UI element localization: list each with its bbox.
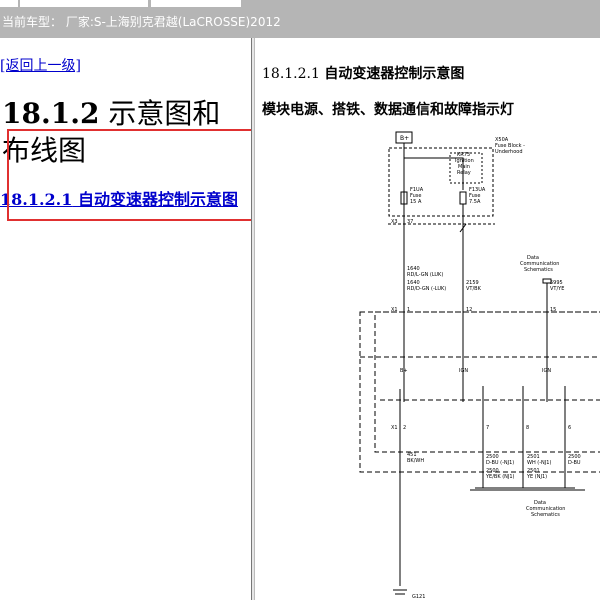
header-tab-strip bbox=[20, 0, 148, 7]
battery-label: B+ bbox=[400, 135, 409, 142]
pin-12-label: 12 bbox=[466, 307, 472, 313]
pin-15-label: 15 bbox=[550, 307, 556, 313]
content-title-text: 自动变速器控制示意图 bbox=[324, 66, 465, 82]
pin-8-label: 8 bbox=[526, 425, 529, 431]
ign-terminal-label: IGN bbox=[542, 368, 551, 374]
relay-label: Relay bbox=[457, 170, 471, 176]
header-tab-strip bbox=[151, 0, 241, 7]
fuse-f13ua bbox=[459, 191, 467, 205]
wiring-diagram: B+ X50A Fuse Block - Underhood KR73 Igni… bbox=[359, 131, 600, 600]
pin-6-label: 6 bbox=[568, 425, 571, 431]
pin-7-label: 7 bbox=[486, 425, 489, 431]
highlight-box bbox=[7, 129, 264, 221]
ign-terminal-label: IGN bbox=[459, 368, 468, 374]
wire-2500-color: YE/BK (NJ1) bbox=[485, 474, 515, 480]
section-number: 18.1.2 bbox=[2, 97, 100, 130]
wire-2500-color: D-BU (-NJ1) bbox=[486, 460, 514, 466]
wire-2159-color: VT/BK bbox=[466, 286, 482, 292]
fuse-f1ua-amp: 15 A bbox=[410, 199, 422, 205]
wire-1640-color: RD/D-GN (-LUK) bbox=[407, 286, 446, 292]
wire-2500-color: D-BU bbox=[568, 460, 581, 466]
pin-1-label: 1 bbox=[407, 307, 410, 313]
wire-5995-color: VT/YE bbox=[550, 286, 564, 292]
ground-g121-label: G121 bbox=[412, 594, 425, 600]
wire-451-color: BK/WH bbox=[407, 458, 424, 464]
wire-2501-color: YE (NJ1) bbox=[526, 474, 547, 480]
wire-1640-color: RD/L-GN (LUK) bbox=[407, 272, 443, 278]
pin-2-label: 2 bbox=[403, 425, 406, 431]
schematics-label: Schematics bbox=[524, 267, 553, 273]
header-tab-strip bbox=[0, 0, 18, 7]
module-inner-outline bbox=[374, 311, 600, 453]
connector-x3-label: X3 bbox=[391, 219, 398, 225]
connector-x1-label: X1 bbox=[391, 425, 398, 431]
underhood-label: Underhood bbox=[495, 149, 523, 155]
content-title: 18.1.2.1 自动变速器控制示意图 bbox=[262, 63, 464, 83]
wire-2501-color: WH (-NJ1) bbox=[527, 460, 551, 466]
content-pane: 18.1.2.1 自动变速器控制示意图 模块电源、搭铁、数据通信和故障指示灯 B… bbox=[255, 38, 600, 600]
current-vehicle-label: 当前车型： 厂家:S-上海别克君越(LaCROSSE)2012 bbox=[2, 15, 281, 29]
fuse-f13ua-amp: 7.5A bbox=[469, 199, 481, 205]
vehicle-header-bar: 当前车型： 厂家:S-上海别克君越(LaCROSSE)2012 bbox=[0, 0, 600, 38]
module-outer-outline bbox=[359, 311, 600, 473]
navigation-pane: [返回上一级] 18.1.2 示意图和布线图 18.1.2.1 自动变速器控制示… bbox=[0, 38, 251, 600]
connector-x1-label: X1 bbox=[391, 307, 398, 313]
content-title-number: 18.1.2.1 bbox=[262, 66, 325, 82]
pin-37-label: 37 bbox=[407, 219, 413, 225]
content-subtitle: 模块电源、搭铁、数据通信和故障指示灯 bbox=[262, 102, 514, 118]
bplus-terminal-label: B+ bbox=[400, 368, 408, 374]
back-to-parent-link[interactable]: [返回上一级] bbox=[0, 55, 81, 75]
schematics-label: Schematics bbox=[531, 512, 560, 518]
